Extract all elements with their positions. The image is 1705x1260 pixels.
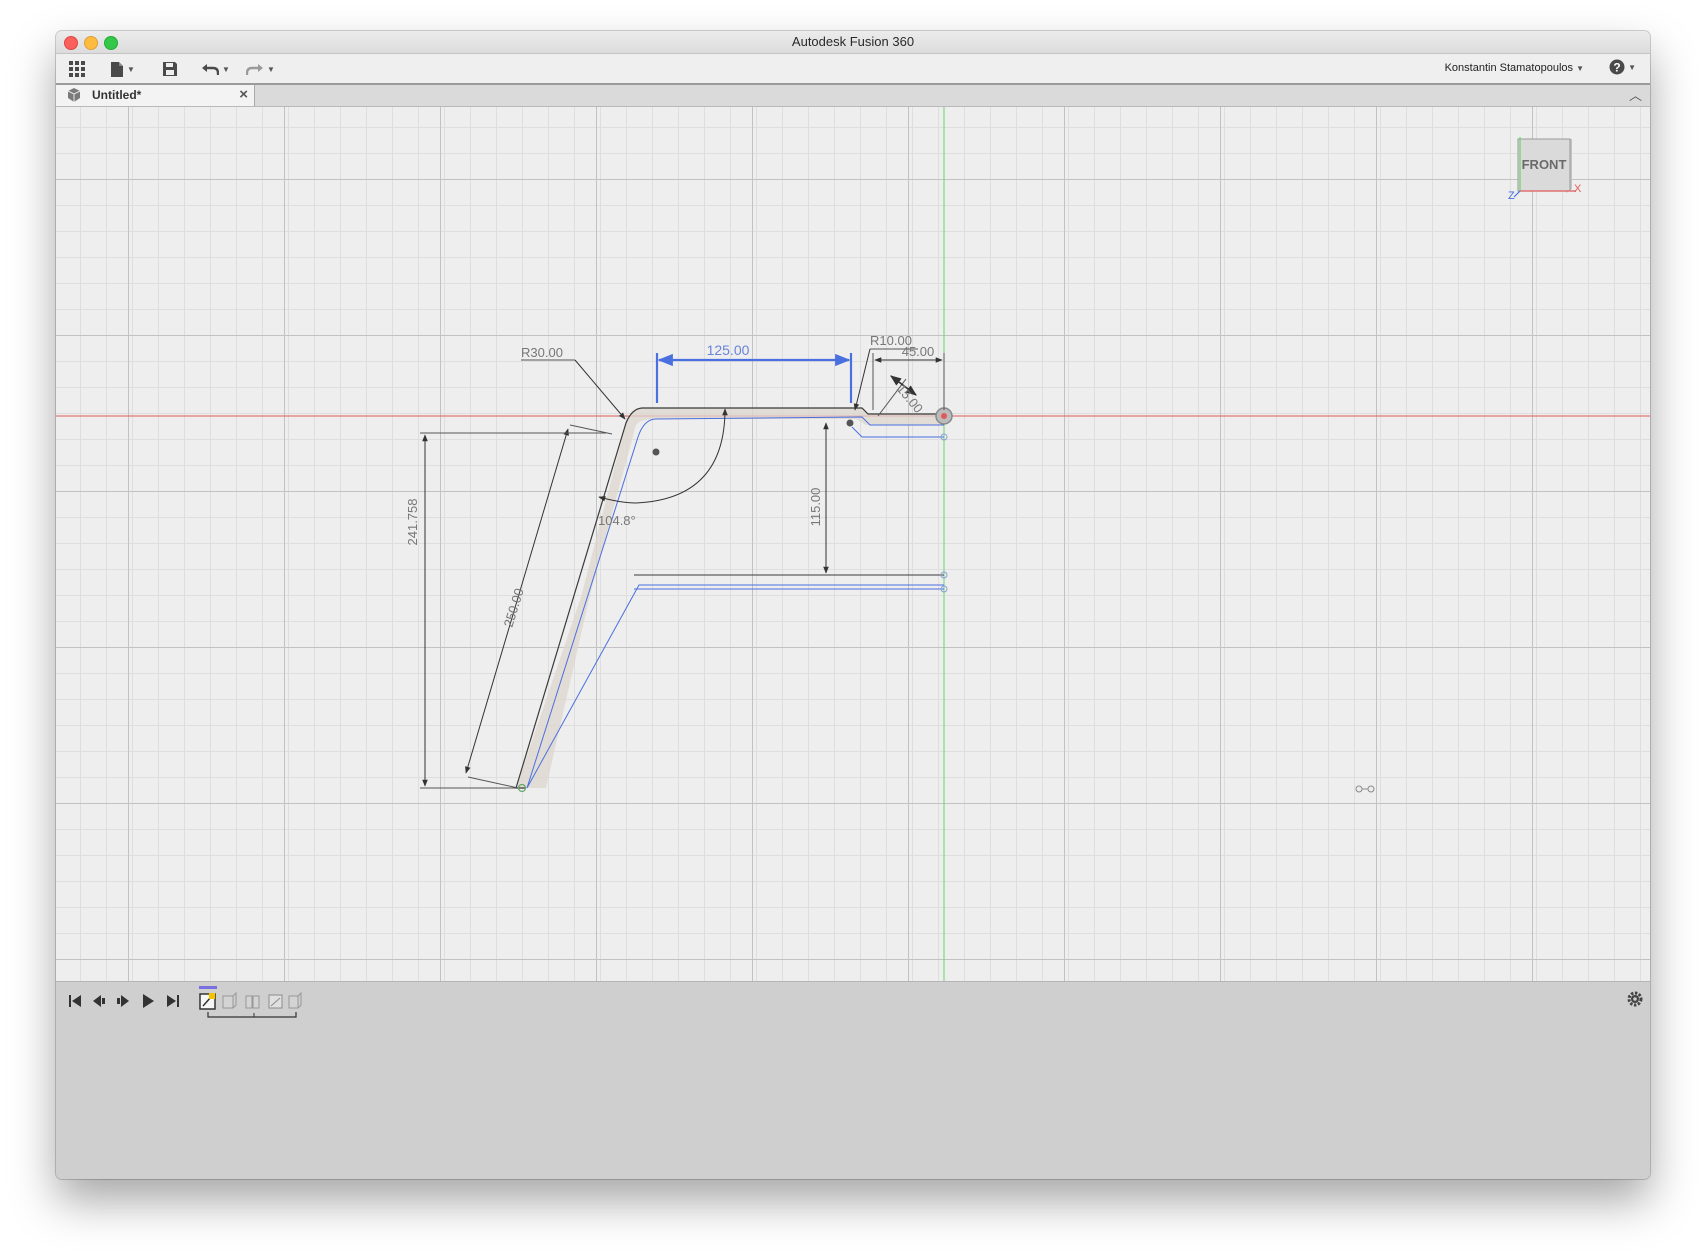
dimension-label: 125.00 (707, 342, 750, 358)
axis-y-label: Y (1516, 137, 1524, 140)
design-document-icon (67, 88, 81, 102)
dimension-label: 104.8° (598, 513, 636, 528)
undo-icon (202, 64, 219, 75)
timeline-panel (56, 981, 1650, 1179)
arc-center-point[interactable] (652, 448, 660, 456)
step-back-icon[interactable] (90, 992, 108, 1010)
file-icon (111, 61, 123, 77)
chevron-down-icon: ▼ (222, 64, 230, 74)
step-forward-icon[interactable] (139, 992, 157, 1010)
go-to-end-icon[interactable] (164, 992, 182, 1010)
data-panel-button[interactable] (68, 59, 86, 79)
close-window-button[interactable] (64, 36, 78, 50)
help-button[interactable]: ? ▼ (1609, 59, 1636, 75)
dimension-label: R30.00 (521, 345, 563, 360)
canvas-viewport[interactable]: R30.00 125.00 R10.00 45.00 15.00 104.8° … (56, 107, 1650, 981)
combine-feature-icon[interactable] (245, 995, 260, 1009)
chevron-down-icon: ▼ (1628, 62, 1636, 72)
file-menu-button[interactable]: ▼ (110, 59, 135, 79)
axis-z-label: Z (1508, 190, 1515, 202)
view-cube-face-label: FRONT (1522, 157, 1567, 172)
play-icon[interactable] (114, 992, 132, 1010)
dimension-top-length[interactable]: 125.00 (655, 342, 853, 403)
app-window: Autodesk Fusion 360 ▼ ▼ ▼ Konstantin Sta… (56, 31, 1650, 1179)
go-to-start-icon[interactable] (66, 992, 84, 1010)
grid-apps-icon (69, 61, 85, 77)
minimize-window-button[interactable] (84, 36, 98, 50)
user-menu[interactable]: Konstantin Stamatopoulos ▼ (1445, 54, 1584, 83)
redo-icon (246, 64, 263, 75)
chevron-down-icon: ▼ (1576, 64, 1584, 73)
dimension-label: 241.758 (405, 499, 420, 546)
dimension-label: 15.00 (894, 381, 926, 416)
save-icon (163, 62, 177, 76)
dimension-label: 115.00 (808, 488, 823, 527)
profile-fill (516, 408, 944, 788)
extrude-feature-icon[interactable] (288, 991, 302, 1009)
constraint-glyph[interactable] (1355, 785, 1375, 793)
gear-icon[interactable] (1626, 990, 1644, 1008)
user-name: Konstantin Stamatopoulos (1444, 62, 1574, 74)
chevron-down-icon: ▼ (127, 64, 135, 74)
dimension-height[interactable]: 115.00 (808, 422, 829, 574)
offset-path-blue (851, 426, 944, 438)
undo-button[interactable]: ▼ (201, 59, 230, 79)
sketch-feature-icon[interactable] (199, 993, 216, 1010)
dimension-label: 250.00 (501, 586, 527, 628)
offset-leg-blue (526, 584, 944, 789)
sketch-point[interactable] (846, 419, 854, 427)
dimension-chamfer[interactable]: 15.00 (877, 375, 926, 417)
dimension-label: 45.00 (902, 344, 935, 359)
window-title: Autodesk Fusion 360 (791, 34, 915, 49)
svg-text:?: ? (1613, 61, 1620, 75)
timeline-marker[interactable] (199, 986, 217, 989)
document-tab-bar: Untitled* × ︿ (56, 85, 1650, 107)
sketch-feature-icon[interactable] (268, 994, 283, 1009)
quick-access-toolbar: ▼ ▼ ▼ Konstantin Stamatopoulos ▼ ? ▼ (56, 54, 1650, 85)
sketch-profile-outer[interactable] (515, 407, 944, 789)
view-cube[interactable]: FRONT Y X Z (1486, 128, 1586, 237)
title-bar: Autodesk Fusion 360 (56, 31, 1650, 54)
help-icon: ? (1609, 59, 1625, 75)
sketch-drawing[interactable]: R30.00 125.00 R10.00 45.00 15.00 104.8° … (56, 107, 1650, 981)
sketch-profile-inner[interactable] (526, 416, 944, 789)
tab-label: Untitled* (92, 88, 142, 102)
redo-button[interactable]: ▼ (246, 59, 275, 79)
origin-center-icon (941, 413, 947, 419)
timeline-features (199, 986, 302, 1018)
chevron-down-icon: ▼ (267, 64, 275, 74)
extrude-feature-icon[interactable] (222, 991, 237, 1009)
dimension-radius-large[interactable]: R30.00 (521, 345, 626, 420)
save-button[interactable] (162, 59, 178, 79)
chevron-up-icon[interactable]: ︿ (1629, 85, 1642, 104)
maximize-window-button[interactable] (104, 36, 118, 50)
tab-untitled[interactable]: Untitled* × (56, 85, 255, 106)
axis-x-label: X (1574, 183, 1582, 195)
close-tab-icon[interactable]: × (239, 86, 248, 103)
